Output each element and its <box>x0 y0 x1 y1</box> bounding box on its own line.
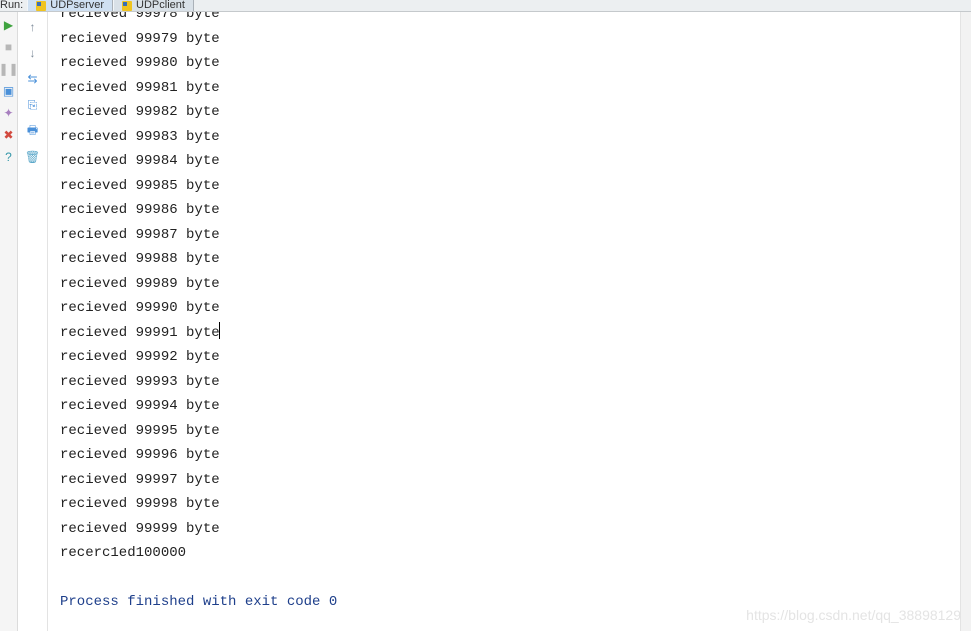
pause-icon[interactable]: ❚❚ <box>2 62 16 76</box>
console-line: recieved 99980 byte <box>60 51 959 76</box>
console-line: recieved 99998 byte <box>60 492 959 517</box>
arrow-up-icon[interactable]: ↑ <box>24 18 42 36</box>
tab-bar-spacer <box>194 0 971 11</box>
console-line: recieved 99988 byte <box>60 247 959 272</box>
tab-udpserver[interactable]: UDPserver <box>27 0 113 11</box>
main-area: ▶■❚❚▣✦✖? ↑↓⇆⎘🖶🗑 recieved 99978 byterecie… <box>0 12 971 631</box>
console-line: recerc1ed100000 <box>60 541 959 566</box>
console-toolbar: ↑ ↓ ⇆ ⎘ 🖶 🗑 <box>18 12 48 631</box>
console-line: recieved 99991 byte <box>60 321 959 346</box>
wrap-icon[interactable]: ⇆ <box>24 70 42 88</box>
run-label: Run: <box>0 0 27 11</box>
run-toolbar-left: ▶ ■ ❚❚ ▣ ✦ ✖? <box>0 12 18 631</box>
console-line: recieved 99996 byte <box>60 443 959 468</box>
tab-label: UDPclient <box>136 0 185 11</box>
stop-icon[interactable]: ■ <box>2 40 16 54</box>
tab-label: UDPserver <box>50 0 104 11</box>
console-line: recieved 99982 byte <box>60 100 959 125</box>
console-line: recieved 99989 byte <box>60 272 959 297</box>
console-line: recieved 99987 byte <box>60 223 959 248</box>
close-icon[interactable]: ✖ <box>2 128 16 142</box>
console-line: recieved 99997 byte <box>60 468 959 493</box>
console-line: recieved 99992 byte <box>60 345 959 370</box>
process-finished-line: Process finished with exit code 0 <box>60 590 959 615</box>
text-cursor <box>219 322 220 339</box>
help-icon[interactable]: ? <box>2 150 16 164</box>
run-icon[interactable]: ▶ <box>2 18 16 32</box>
tab-udpclient[interactable]: UDPclient <box>113 0 194 11</box>
console-line: recieved 99995 byte <box>60 419 959 444</box>
console-line: recieved 99986 byte <box>60 198 959 223</box>
console-line: recieved 99979 byte <box>60 27 959 52</box>
python-file-icon <box>36 1 46 11</box>
console-line: recieved 99994 byte <box>60 394 959 419</box>
console-line: recieved 99985 byte <box>60 174 959 199</box>
console-line: recieved 99993 byte <box>60 370 959 395</box>
top-tab-bar: Run: UDPserver UDPclient <box>0 0 971 12</box>
console-line: recieved 99983 byte <box>60 125 959 150</box>
console-output[interactable]: recieved 99978 byterecieved 99979 bytere… <box>48 12 971 631</box>
console-line: recieved 99984 byte <box>60 149 959 174</box>
console-line: recieved 99981 byte <box>60 76 959 101</box>
print-icon[interactable]: 🖶 <box>24 122 42 140</box>
console-line: recieved 99999 byte <box>60 517 959 542</box>
trash-icon[interactable]: 🗑 <box>24 148 42 166</box>
layout-icon[interactable]: ▣ <box>2 84 16 98</box>
console-line: recieved 99990 byte <box>60 296 959 321</box>
python-file-icon <box>122 1 132 11</box>
arrow-down-icon[interactable]: ↓ <box>24 44 42 62</box>
console-line: recieved 99978 byte <box>60 12 959 27</box>
debug-icon[interactable]: ✦ <box>2 106 16 120</box>
export-icon[interactable]: ⎘ <box>24 96 42 114</box>
vertical-scrollbar[interactable] <box>960 12 971 631</box>
